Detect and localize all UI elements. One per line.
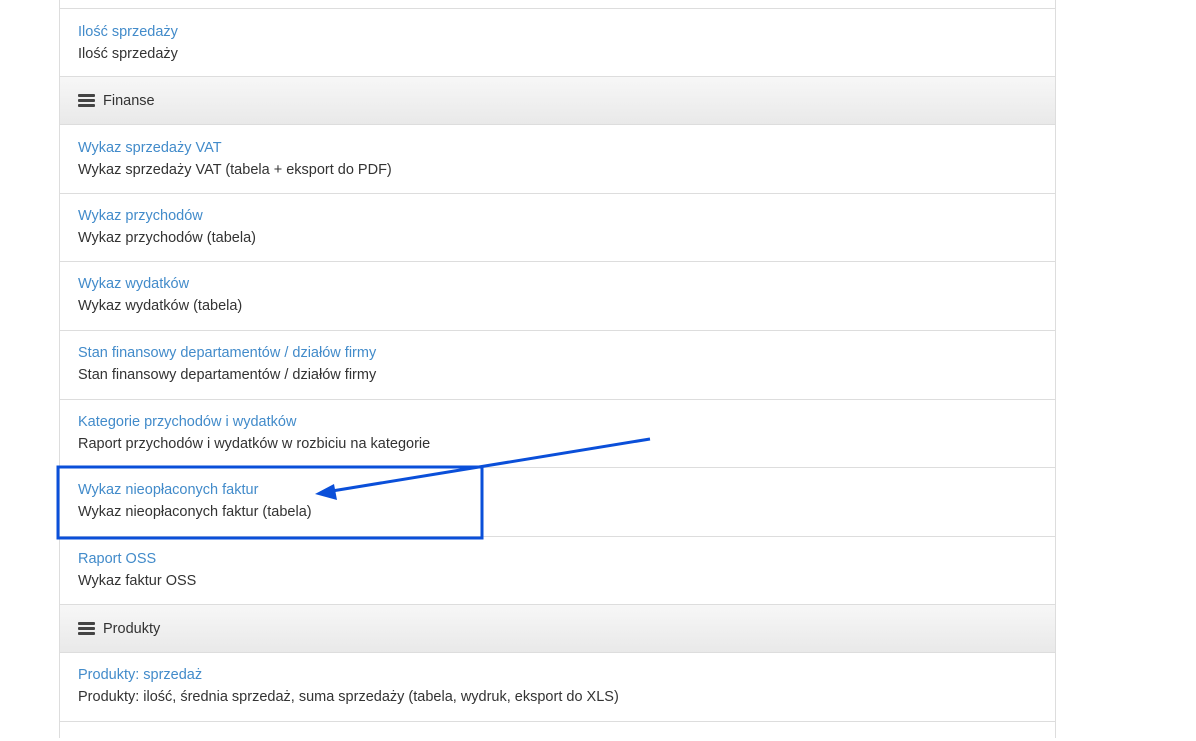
list-item-wykaz-nieoplaconych-faktur: Wykaz nieopłaconych faktur Wykaz nieopła… [60,467,1055,536]
report-link[interactable]: Wykaz przychodów [78,207,1055,225]
hamburger-icon [78,94,95,107]
report-description: Ilość sprzedaży [78,46,178,62]
list-item-wykaz-przychodow: Wykaz przychodów Wykaz przychodów (tabel… [60,193,1055,261]
report-description: Produkty: ilość, średnia sprzedaż, suma … [78,689,619,705]
report-link[interactable]: Wykaz nieopłaconych faktur [78,481,1055,499]
reports-panel: Ilość sprzedaży Ilość sprzedaży Finanse … [59,0,1056,738]
list-item-ilosc-sprzedazy: Ilość sprzedaży Ilość sprzedaży [60,8,1055,76]
group-label: Finanse [103,92,155,109]
list-item-wykaz-sprzedazy-vat: Wykaz sprzedaży VAT Wykaz sprzedaży VAT … [60,124,1055,193]
list-item-produkty-sprzedaz: Produkty: sprzedaż Produkty: ilość, śred… [60,652,1055,721]
report-description: Wykaz nieopłaconych faktur (tabela) [78,504,312,520]
report-description: Stan finansowy departamentów / działów f… [78,367,377,383]
list-item-next [60,721,1055,741]
list-item-stan-finansowy: Stan finansowy departamentów / działów f… [60,330,1055,399]
hamburger-icon [78,622,95,635]
report-description: Wykaz sprzedaży VAT (tabela + eksport do… [78,162,392,178]
report-link[interactable]: Raport OSS [78,550,1055,568]
report-description: Wykaz faktur OSS [78,573,197,589]
group-header-produkty[interactable]: Produkty [60,604,1055,652]
report-link[interactable]: Ilość sprzedaży [78,23,1055,41]
group-header-finanse[interactable]: Finanse [60,76,1055,124]
group-label: Produkty [103,620,161,637]
report-link[interactable]: Produkty: sprzedaż [78,666,1055,684]
report-link[interactable]: Stan finansowy departamentów / działów f… [78,344,1055,362]
list-item-kategorie: Kategorie przychodów i wydatków Raport p… [60,399,1055,467]
report-link[interactable]: Wykaz sprzedaży VAT [78,139,1055,157]
report-description: Wykaz przychodów (tabela) [78,230,256,246]
report-link[interactable]: Wykaz wydatków [78,275,1055,293]
report-description: Raport przychodów i wydatków w rozbiciu … [78,436,431,452]
list-item-wykaz-wydatkow: Wykaz wydatków Wykaz wydatków (tabela) [60,261,1055,330]
report-link[interactable]: Kategorie przychodów i wydatków [78,413,1055,431]
list-item-raport-oss: Raport OSS Wykaz faktur OSS [60,536,1055,604]
report-description: Wykaz wydatków (tabela) [78,298,243,314]
